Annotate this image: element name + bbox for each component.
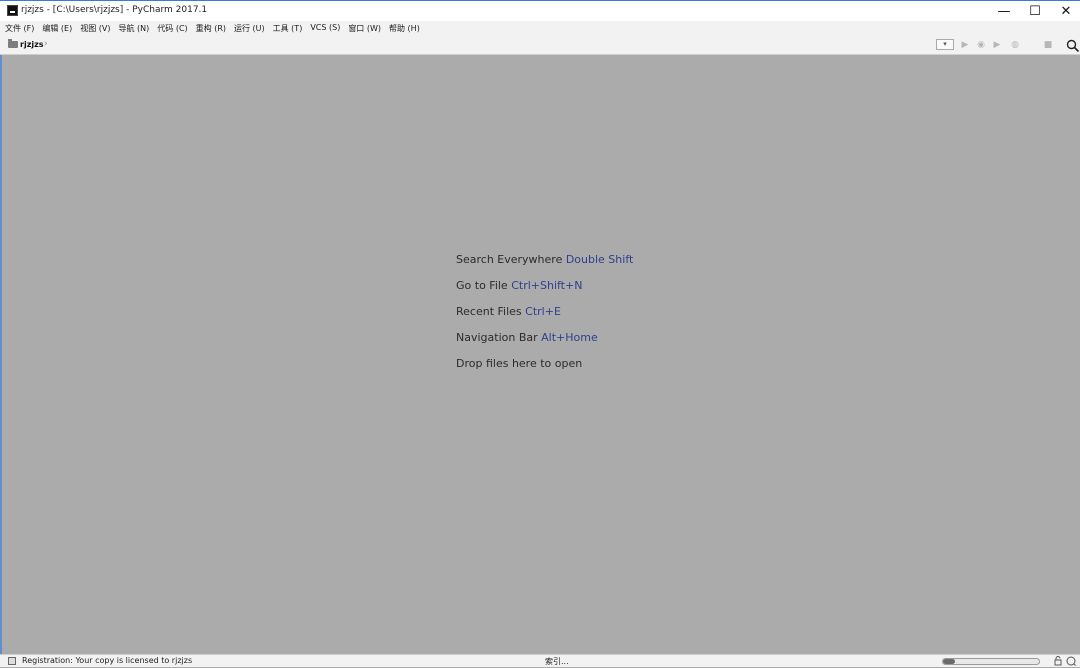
search-icon[interactable] — [1066, 38, 1080, 53]
title-bar: rjzjzs - [C:\Users\rjzjzs] - PyCharm 201… — [0, 0, 1080, 21]
indexing-progress-bar[interactable] — [942, 658, 1040, 665]
menu-navigate[interactable]: 导航 (N) — [119, 23, 150, 34]
pycharm-app-icon — [7, 5, 18, 16]
menu-run[interactable]: 运行 (U) — [234, 23, 265, 34]
menu-vcs[interactable]: VCS (S) — [310, 23, 340, 34]
hector-inspector-icon[interactable] — [1066, 656, 1076, 668]
window-left-border — [0, 55, 2, 654]
window-title: rjzjzs - [C:\Users\rjzjzs] - PyCharm 201… — [21, 5, 208, 15]
hint-shortcut: Ctrl+Shift+N — [511, 279, 583, 292]
hint-shortcut: Alt+Home — [541, 331, 598, 344]
hint-recent-files: Recent Files Ctrl+E — [456, 305, 561, 318]
hint-label: Navigation Bar — [456, 331, 542, 344]
breadcrumb-project[interactable]: rjzjzs — [20, 40, 44, 49]
menu-view[interactable]: 视图 (V) — [80, 23, 110, 34]
navigation-bar: rjzjzs › ▾ ▶ ◉ ▶ ◍ ■ — [0, 36, 1080, 55]
indexing-status[interactable]: 索引... — [545, 656, 569, 667]
status-bar: Registration: Your copy is licensed to r… — [0, 654, 1080, 667]
hint-drop-files: Drop files here to open — [456, 357, 582, 370]
hint-label: Recent Files — [456, 305, 526, 318]
folder-icon — [8, 39, 18, 48]
menu-list: 文件 (F) 编辑 (E) 视图 (V) 导航 (N) 代码 (C) 重构 (R… — [5, 23, 420, 34]
maximize-button[interactable]: ☐ — [1020, 1, 1050, 22]
lock-icon[interactable] — [1054, 656, 1062, 668]
close-button[interactable]: ✕ — [1051, 1, 1080, 22]
minimize-button[interactable]: — — [989, 1, 1019, 22]
menu-window[interactable]: 窗口 (W) — [348, 23, 381, 34]
run-icon[interactable]: ▶ — [959, 39, 971, 51]
hint-label: Go to File — [456, 279, 512, 292]
hint-shortcut: Double Shift — [565, 253, 634, 266]
editor-area[interactable] — [0, 55, 1080, 654]
hint-label: Search Everywhere — [456, 253, 566, 266]
stop-icon[interactable]: ■ — [1042, 39, 1054, 51]
hint-navigation-bar: Navigation Bar Alt+Home — [456, 331, 598, 344]
menu-refactor[interactable]: 重构 (R) — [196, 23, 226, 34]
menu-tools[interactable]: 工具 (T) — [273, 23, 303, 34]
run-configuration-dropdown[interactable]: ▾ — [936, 39, 954, 50]
hint-search-everywhere: Search Everywhere Double Shift — [456, 253, 633, 266]
hint-label: Drop files here to open — [456, 357, 583, 370]
tool-windows-toggle-icon[interactable] — [8, 657, 16, 665]
debug-icon[interactable]: ◉ — [975, 39, 987, 51]
menu-file[interactable]: 文件 (F) — [5, 23, 34, 34]
status-message: Registration: Your copy is licensed to r… — [22, 656, 193, 665]
profile-icon[interactable]: ◍ — [1009, 39, 1021, 51]
hint-shortcut: Ctrl+E — [525, 305, 561, 318]
menu-edit[interactable]: 编辑 (E) — [42, 23, 72, 34]
menu-bar: 文件 (F) 编辑 (E) 视图 (V) 导航 (N) 代码 (C) 重构 (R… — [0, 21, 1080, 36]
menu-code[interactable]: 代码 (C) — [157, 23, 187, 34]
menu-help[interactable]: 帮助 (H) — [389, 23, 420, 34]
breadcrumb-separator: › — [44, 39, 48, 49]
indexing-progress-fill — [943, 659, 955, 664]
hint-go-to-file: Go to File Ctrl+Shift+N — [456, 279, 582, 292]
run-with-coverage-icon[interactable]: ▶ — [991, 39, 1003, 51]
